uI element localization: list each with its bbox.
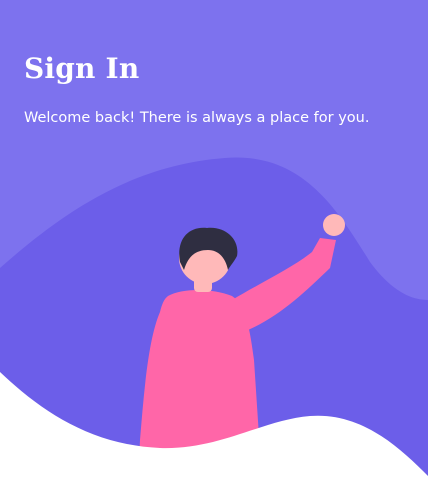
page-title: Sign In [24, 52, 140, 85]
sign-in-screen: Sign In Welcome back! There is always a … [0, 0, 428, 482]
person-hand [323, 214, 345, 236]
welcome-subtitle: Welcome back! There is always a place fo… [24, 110, 370, 126]
